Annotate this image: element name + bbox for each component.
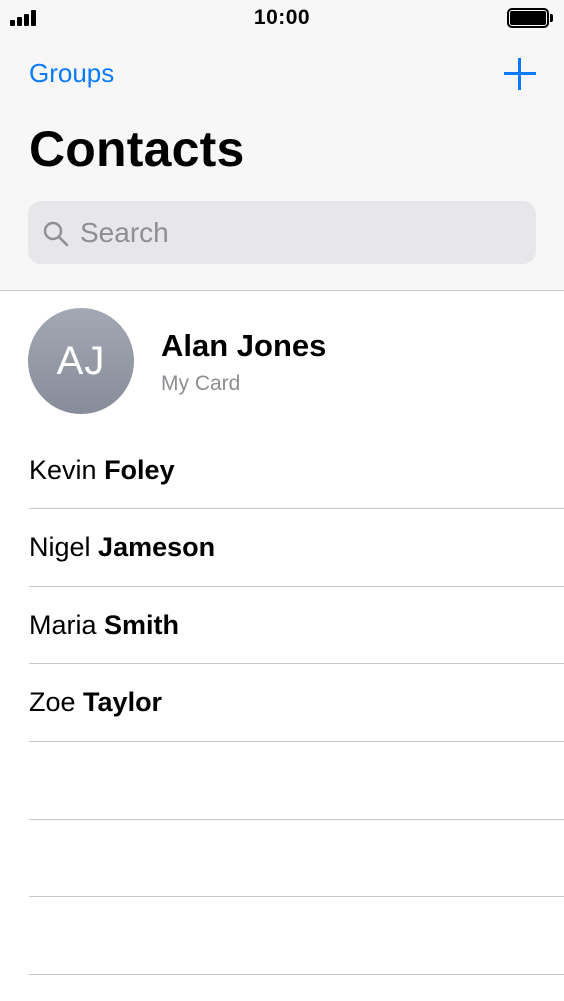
contact-name: Kevin Foley [29, 455, 175, 486]
row-separator [29, 896, 564, 897]
status-bar: 10:00 [0, 0, 564, 38]
contact-first-name: Nigel [29, 532, 91, 562]
battery-icon [507, 8, 553, 28]
contact-first-name: Kevin [29, 455, 97, 485]
my-card-subtitle: My Card [161, 372, 241, 395]
contact-first-name: Maria [29, 610, 97, 640]
contact-first-name: Zoe [29, 687, 76, 717]
avatar: AJ [28, 308, 134, 414]
contact-row[interactable]: Zoe Taylor [0, 664, 564, 742]
search-icon [43, 221, 69, 247]
search-bar[interactable] [28, 201, 536, 264]
contact-row[interactable]: Kevin Foley [0, 432, 564, 510]
contact-row[interactable]: Maria Smith [0, 587, 564, 665]
contacts-screen: 10:00 Groups Contacts AJ Alan Jones My C… [0, 0, 564, 1001]
contact-name: Maria Smith [29, 610, 179, 641]
row-separator [29, 974, 564, 975]
status-time: 10:00 [253, 6, 311, 29]
my-card-name: Alan Jones [161, 328, 327, 363]
groups-button[interactable]: Groups [29, 58, 114, 89]
contact-last-name: Smith [104, 610, 180, 640]
contact-name: Nigel Jameson [29, 532, 215, 563]
contact-name: Zoe Taylor [29, 687, 162, 718]
contact-last-name: Taylor [83, 687, 163, 717]
header: 10:00 Groups Contacts [0, 0, 564, 291]
contact-last-name: Jameson [98, 532, 216, 562]
avatar-initials: AJ [56, 338, 106, 383]
search-input[interactable] [80, 201, 520, 264]
add-contact-button[interactable] [500, 54, 540, 94]
row-separator [29, 741, 564, 742]
my-card[interactable]: AJ Alan Jones My Card [0, 292, 564, 428]
contact-last-name: Foley [104, 455, 175, 485]
row-separator [29, 819, 564, 820]
contact-row[interactable]: Nigel Jameson [0, 509, 564, 587]
page-title: Contacts [29, 121, 245, 177]
